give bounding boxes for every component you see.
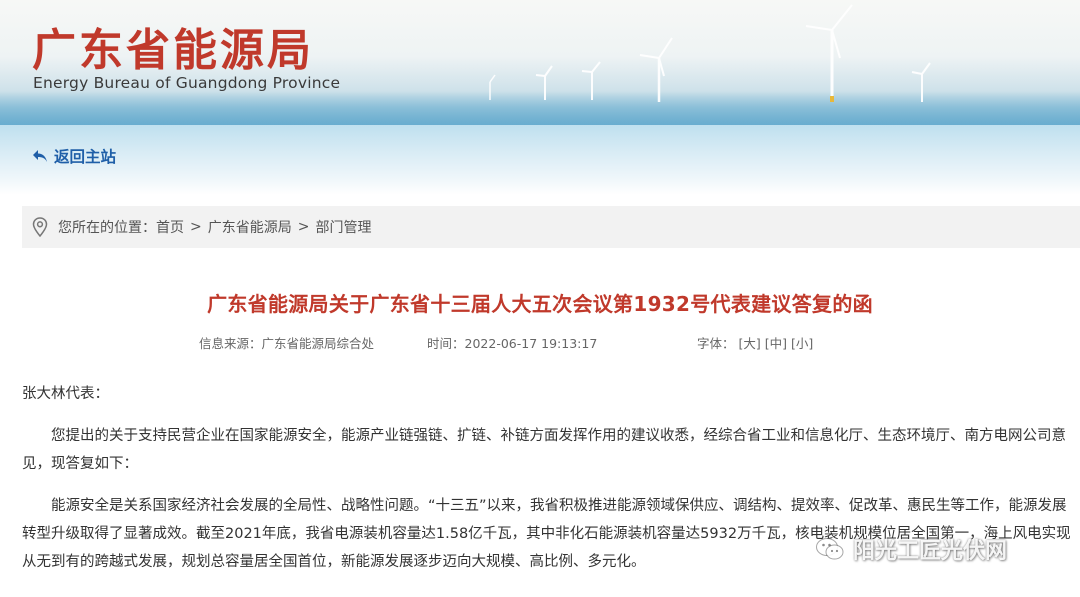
source-value: 广东省能源局综合处 xyxy=(261,336,375,351)
meta-source: 信息来源：广东省能源局综合处 xyxy=(199,333,374,352)
meta-font-size: 字体： [大] [中] [小] xyxy=(697,333,813,352)
location-pin-icon xyxy=(32,217,48,237)
return-arrow-icon xyxy=(33,150,47,162)
body-paragraph: 您提出的关于支持民营企业在国家能源安全，能源产业链强链、扩链、补链方面发挥作用的… xyxy=(22,428,1066,472)
article-body: 张大林代表： 您提出的关于支持民营企业在国家能源安全，能源产业链强链、扩链、补链… xyxy=(22,380,1072,576)
article-title: 广东省能源局关于广东省十三届人大五次会议第1932号代表建议答复的函 xyxy=(207,292,873,316)
breadcrumb-item-department[interactable]: 部门管理 xyxy=(315,217,371,237)
font-size-medium-button[interactable]: [中] xyxy=(765,336,787,351)
breadcrumb-item-home[interactable]: 首页 xyxy=(156,217,184,237)
return-home-link[interactable]: 返回主站 xyxy=(32,145,116,167)
font-size-large-button[interactable]: [大] xyxy=(739,336,761,351)
salutation: 张大林代表： xyxy=(22,386,109,402)
source-label: 信息来源： xyxy=(199,336,262,351)
breadcrumb-separator: > xyxy=(297,219,310,235)
time-value: 2022-06-17 19:13:17 xyxy=(464,336,598,351)
breadcrumb: 您所在的位置： 首页 > 广东省能源局 > 部门管理 xyxy=(22,206,1080,248)
breadcrumb-item-energy-bureau[interactable]: 广东省能源局 xyxy=(208,217,292,237)
font-label: 字体： xyxy=(697,336,735,351)
site-title: 广东省能源局 xyxy=(32,25,314,76)
body-paragraph: 能源安全是关系国家经济社会发展的全局性、战略性问题。“十三五”以来，我省积极推进… xyxy=(22,498,1071,570)
header-banner: 广东省能源局 Energy Bureau of Guangdong Provin… xyxy=(0,0,1080,125)
time-label: 时间： xyxy=(427,336,465,351)
font-size-small-button[interactable]: [小] xyxy=(791,336,813,351)
return-home-label: 返回主站 xyxy=(54,148,117,166)
nav-band: 返回主站 xyxy=(0,125,1080,195)
breadcrumb-separator: > xyxy=(190,219,202,235)
meta-time: 时间：2022-06-17 19:13:17 xyxy=(427,333,597,352)
site-subtitle: Energy Bureau of Guangdong Province xyxy=(33,74,341,92)
breadcrumb-prefix: 您所在的位置： xyxy=(58,220,156,236)
